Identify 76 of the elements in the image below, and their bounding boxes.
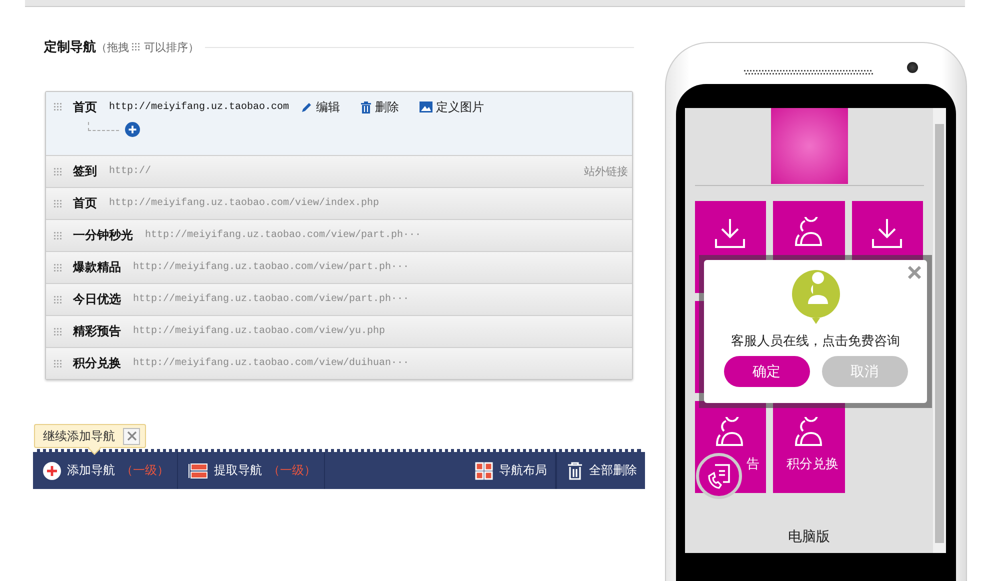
close-button[interactable] [123,428,140,444]
download-icon [871,217,903,249]
menu-tile[interactable]: 积分兑换 [772,401,844,493]
phone-icon [705,462,733,490]
tooltip-text: 继续添加导航 [43,428,115,444]
external-link-tag: 站外链接 [584,164,628,179]
level-note: （一级） [268,462,316,479]
nav-name: 精彩预告 [73,323,121,340]
download-icon [714,217,746,249]
camera-icon [907,62,918,73]
toolbar-button[interactable]: 添加导航 （一级） [33,452,178,489]
nav-url: http://meiyifang.uz.taobao.com [109,102,290,112]
plus-circle-icon [43,462,61,480]
trash-icon [567,462,583,480]
people-icon [792,217,824,247]
nav-url: http://meiyifang.uz.taobao.com/view/part.ph··· [133,294,410,305]
desktop-version-link[interactable]: 电脑版 [788,528,830,546]
nav-row[interactable]: 今日优选 http://meiyifang.uz.taobao.com/view/part.ph··· [46,283,632,315]
nav-name: 积分兑换 [73,355,121,372]
nav-url: http://meiyifang.uz.taobao.com/view/duihuan··· [133,358,410,369]
confirm-button[interactable]: 确定 [724,356,810,387]
level-note: （一级） [121,462,169,479]
drag-handle-icon[interactable] [54,328,63,336]
hint-text: 可以排序） [144,40,199,54]
toolbar-button[interactable]: 导航布局 [465,452,556,489]
grid-icon [475,462,493,480]
nav-row[interactable]: 爆款精品 http://meiyifang.uz.taobao.com/view/part.ph··· [46,251,632,283]
close-button[interactable] [908,266,921,279]
trash-icon [360,100,372,114]
section-title: 定制导航 [44,38,96,56]
tile-label: 告 [746,456,760,473]
image-icon [419,101,434,113]
nav-row[interactable]: 签到 http:// 站外链接 [46,155,632,187]
nav-url: http://meiyifang.uz.taobao.com/view/index.php [109,198,380,209]
drag-handle-icon[interactable] [54,103,63,111]
nav-url: http:// [109,166,152,177]
nav-name: 签到 [73,163,97,180]
drag-handle-icon[interactable] [54,296,63,304]
action-button[interactable]: 定义图片 [419,98,484,116]
tile-label: 积分兑换 [786,456,840,473]
dialog-message: 客服人员在线，点击免费咨询 [731,333,900,350]
action-button[interactable]: 删除 [360,98,400,116]
close-icon [126,431,136,441]
action-button[interactable]: 编辑 [301,98,340,116]
nav-name: 首页 [73,195,97,212]
close-icon [908,266,921,279]
nav-row[interactable]: 首页 http://meiyifang.uz.taobao.com/view/index.php [46,187,632,219]
people-icon [792,417,824,447]
nav-name: 爆款精品 [73,259,121,276]
nav-url: http://meiyifang.uz.taobao.com/view/part.ph··· [145,230,422,241]
drag-handle-icon [132,43,141,51]
nav-url: http://meiyifang.uz.taobao.com/view/yu.php [133,326,386,337]
drag-handle-icon[interactable] [54,168,63,176]
pencil-icon [301,101,314,113]
nav-row[interactable]: 一分钟秒光 http://meiyifang.uz.taobao.com/view/part.ph··· [46,219,632,251]
list-icon [188,462,208,478]
speaker-grille-icon [744,70,874,76]
nav-name: 首页 [73,98,97,116]
nav-row[interactable]: 积分兑换 http://meiyifang.uz.taobao.com/view/duihuan··· [46,347,632,379]
nav-row[interactable]: 精彩预告 http://meiyifang.uz.taobao.com/view/yu.php [46,315,632,347]
drag-handle-icon[interactable] [54,360,63,368]
drag-handle-icon[interactable] [54,232,63,240]
drag-handle-icon[interactable] [54,264,63,272]
toolbar-button[interactable]: 提取导航 （一级） [178,452,325,489]
people-icon [714,417,746,447]
plus-circle-icon [125,122,140,137]
add-child-button[interactable] [125,122,140,137]
hint-text: （拖拽 [96,40,129,54]
drag-handle-icon[interactable] [54,200,63,208]
nav-row[interactable]: 首页 http://meiyifang.uz.taobao.com 编辑 删除 定义图片 [46,92,632,155]
nav-name: 一分钟秒光 [73,227,133,244]
scrollbar[interactable] [933,108,946,553]
tree-connector [88,122,119,131]
nav-name: 今日优选 [73,291,121,308]
toolbar-button[interactable]: 全部删除 [556,452,645,489]
nav-url: http://meiyifang.uz.taobao.com/view/part.ph··· [133,262,410,273]
